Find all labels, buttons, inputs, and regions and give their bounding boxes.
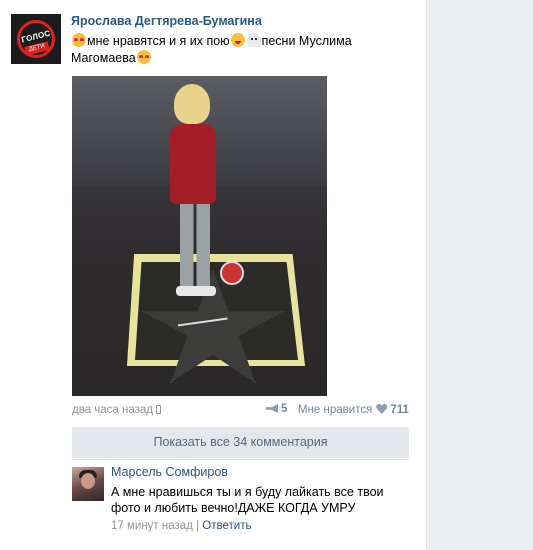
avatar-face xyxy=(81,473,95,489)
comment-meta-separator: | xyxy=(196,520,200,532)
comment-text: А мне нравишься ты и я буду лайкать все … xyxy=(111,485,384,515)
reply-link[interactable]: Ответить xyxy=(202,520,251,532)
photo-emblem xyxy=(220,261,244,285)
ghost-emoji-icon xyxy=(246,33,261,47)
like-count: 711 xyxy=(390,404,409,416)
comment-author-avatar[interactable] xyxy=(72,467,104,501)
heart-eyes-emoji-icon xyxy=(72,33,86,47)
yum-emoji-icon xyxy=(230,33,245,47)
post-photo[interactable] xyxy=(72,76,327,396)
post-card: ГОЛОС ДЕТИ Ярослава Дегтярева-Бумагина м… xyxy=(0,0,427,550)
share-button[interactable]: 5 xyxy=(266,403,287,415)
post-text-part1: мне нравятся и я их пою xyxy=(87,34,230,48)
share-count: 5 xyxy=(281,403,288,415)
phone-icon xyxy=(156,405,162,414)
author-avatar[interactable]: ГОЛОС ДЕТИ xyxy=(11,14,61,64)
megaphone-icon xyxy=(266,404,278,413)
comment-author-link[interactable]: Марсель Сомфиров xyxy=(111,465,228,479)
divider xyxy=(72,459,409,460)
comment-timestamp[interactable]: 17 минут назад xyxy=(111,520,193,532)
photo-girl-legs xyxy=(180,201,210,291)
post-text: мне нравятся и я их пою песни Муслима Маг… xyxy=(71,33,371,67)
like-button[interactable]: Мне нравится 711 xyxy=(298,404,409,416)
photo-girl-hair xyxy=(174,84,210,124)
post-timestamp[interactable]: два часа назад xyxy=(72,404,162,416)
photo-girl-shoes xyxy=(176,286,216,296)
show-all-comments-button[interactable]: Показать все 34 комментария xyxy=(72,427,409,458)
post-time-text: два часа назад xyxy=(72,404,154,416)
heart-eyes-emoji-icon xyxy=(136,50,151,64)
comment-meta: 17 минут назад | Ответить xyxy=(111,520,251,532)
heart-icon xyxy=(376,404,388,414)
like-label: Мне нравится xyxy=(298,404,373,416)
photo-girl-jacket xyxy=(170,124,216,204)
post-author-link[interactable]: Ярослава Дегтярева-Бумагина xyxy=(71,14,262,28)
